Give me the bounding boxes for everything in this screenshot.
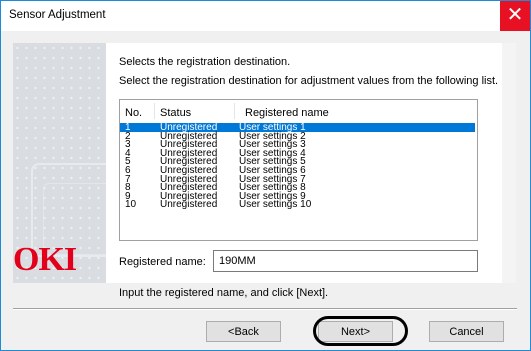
- column-header-status[interactable]: Status: [160, 107, 191, 119]
- next-button-highlight-annotation: [313, 316, 408, 346]
- column-header-registered-name[interactable]: Registered name: [245, 107, 329, 119]
- list-row[interactable]: 10 Unregistered User settings 10: [120, 200, 475, 210]
- close-icon: ✕: [506, 4, 524, 26]
- column-separator[interactable]: [234, 103, 235, 119]
- list-rows: 1 Unregistered User settings 1 2 Unregister…: [120, 123, 475, 210]
- title-bar: Sensor Adjustment ✕: [1, 1, 530, 31]
- instruction-text: Input the registered name, and click [Ne…: [119, 287, 329, 299]
- content-panel: Selects the registration destination. Se…: [106, 43, 502, 283]
- sensor-adjustment-dialog: Sensor Adjustment ✕ OKI Selects the regi…: [0, 0, 531, 351]
- divider-highlight: [13, 309, 517, 310]
- page-heading: Selects the registration destination.: [119, 56, 291, 68]
- registered-name-input[interactable]: [213, 250, 478, 272]
- close-button[interactable]: ✕: [500, 1, 530, 31]
- page-subheading: Select the registration destination for …: [119, 75, 499, 87]
- oki-logo: OKI: [13, 241, 77, 278]
- column-separator[interactable]: [154, 103, 155, 119]
- back-button[interactable]: <Back: [206, 321, 281, 342]
- registration-list[interactable]: No. Status Registered name 1 Unregistered…: [119, 99, 478, 241]
- banner-right-edge: [502, 43, 516, 283]
- registered-name-label: Registered name:: [119, 256, 206, 268]
- column-header-no[interactable]: No.: [125, 107, 142, 119]
- cancel-button[interactable]: Cancel: [429, 321, 504, 342]
- window-title: Sensor Adjustment: [9, 9, 106, 21]
- side-banner: OKI: [13, 43, 106, 283]
